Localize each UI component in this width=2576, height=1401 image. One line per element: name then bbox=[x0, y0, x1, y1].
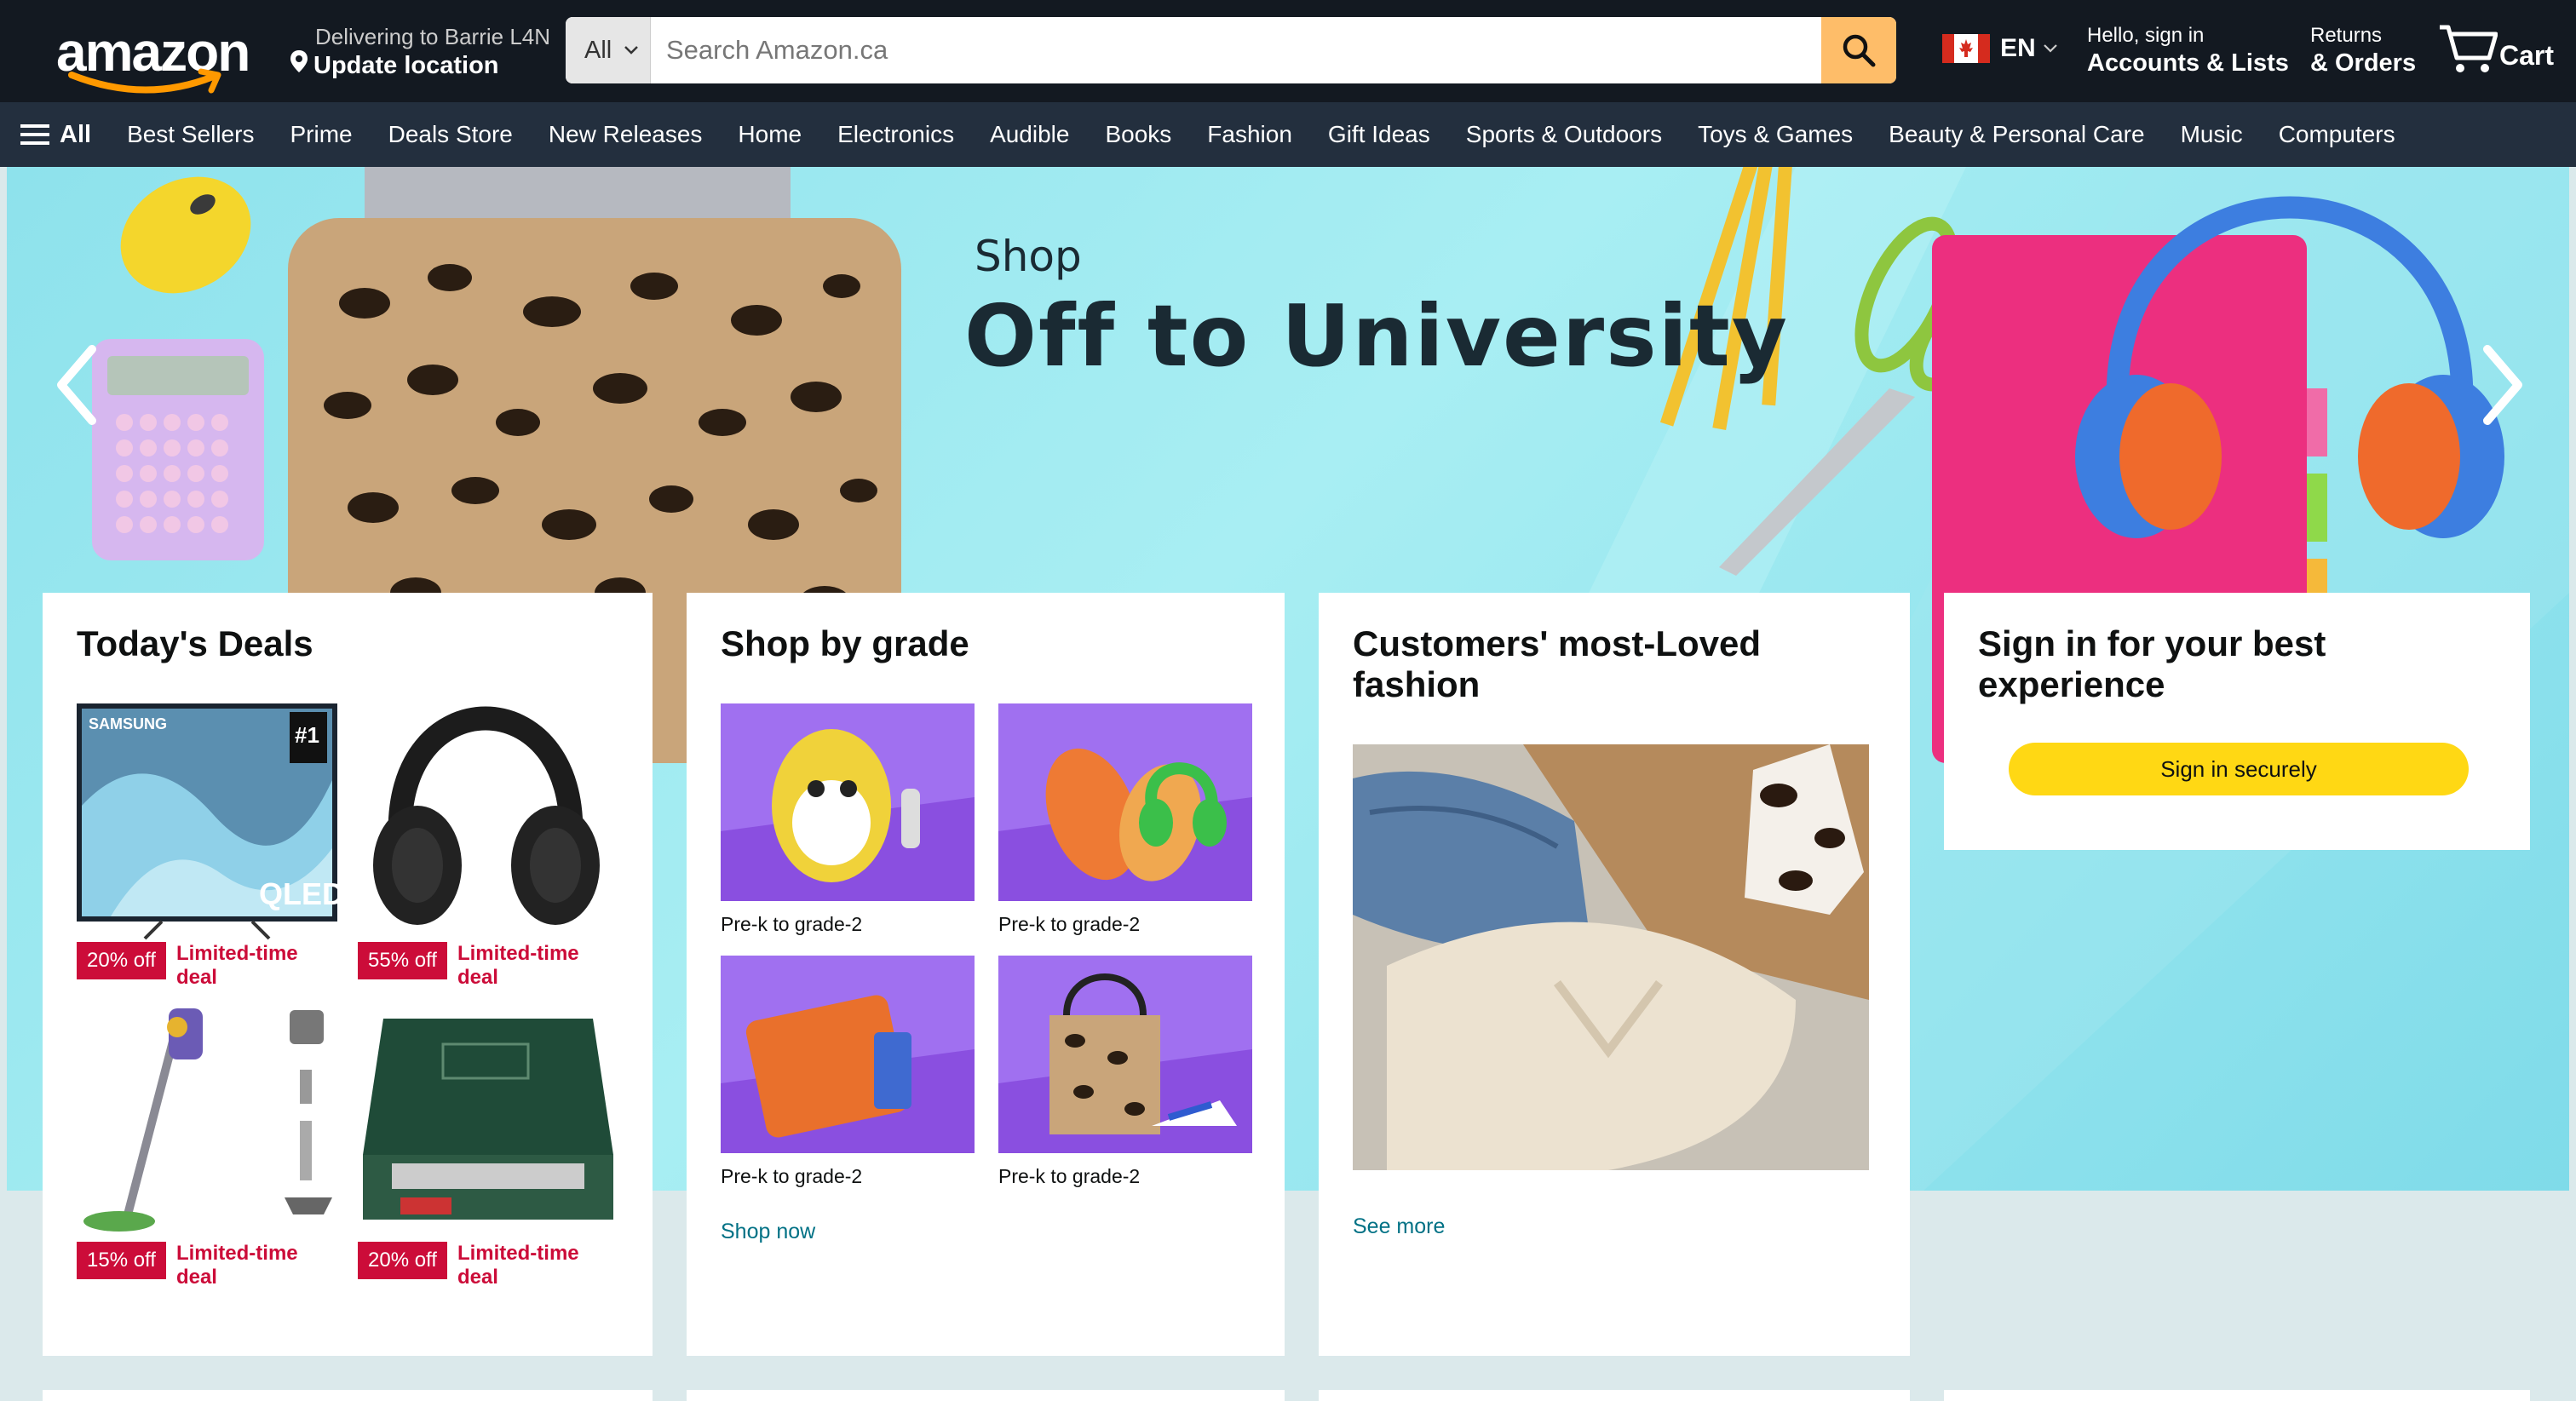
see-more-link[interactable]: See more bbox=[1353, 1214, 1445, 1239]
nav-item-sports-outdoors[interactable]: Sports & Outdoors bbox=[1466, 121, 1662, 148]
deal-image-camping-stove[interactable] bbox=[358, 1002, 618, 1238]
nav-item-home[interactable]: Home bbox=[738, 121, 802, 148]
top-navigation-bar: amazon Delivering to Barrie L4N Update l… bbox=[0, 0, 2576, 102]
grade-image-clogs[interactable] bbox=[998, 703, 1252, 901]
all-menu-label: All bbox=[60, 120, 92, 148]
sign-in-securely-button[interactable]: Sign in securely bbox=[2009, 743, 2469, 795]
chevron-down-icon bbox=[2043, 44, 2057, 53]
next-row-card bbox=[1319, 1390, 1910, 1401]
discount-badge: 20% off bbox=[77, 942, 166, 979]
chevron-down-icon bbox=[624, 46, 639, 55]
cart-label: Cart bbox=[2499, 40, 2555, 71]
discount-badge: 15% off bbox=[77, 1242, 166, 1279]
limited-time-deal-label: Limited-time deal bbox=[457, 942, 579, 989]
nav-item-best-sellers[interactable]: Best Sellers bbox=[127, 121, 254, 148]
returns-orders[interactable]: Returns & Orders bbox=[2310, 24, 2416, 78]
nav-item-gift-ideas[interactable]: Gift Ideas bbox=[1328, 121, 1430, 148]
grade-label: Pre-k to grade-2 bbox=[998, 1165, 1141, 1187]
carousel-next-arrow-icon[interactable] bbox=[2477, 342, 2528, 428]
location-pin-icon bbox=[290, 50, 308, 72]
next-row-card bbox=[43, 1390, 653, 1401]
carousel-prev-arrow-icon[interactable] bbox=[51, 342, 102, 428]
deal-badge-2: 55% off Limited-time deal bbox=[358, 942, 594, 990]
card-title: Sign in for your best experience bbox=[1978, 623, 2326, 704]
nav-item-computers[interactable]: Computers bbox=[2279, 121, 2395, 148]
search-category-label: All bbox=[584, 36, 612, 64]
tv-model-text: QLED bbox=[259, 876, 337, 911]
grade-label: Pre-k to grade-2 bbox=[721, 913, 863, 935]
grade-label: Pre-k to grade-2 bbox=[721, 1165, 863, 1187]
nav-item-prime[interactable]: Prime bbox=[290, 121, 352, 148]
all-menu-button[interactable]: All bbox=[20, 121, 91, 149]
grade-label: Pre-k to grade-2 bbox=[998, 913, 1141, 935]
nav-item-electronics[interactable]: Electronics bbox=[837, 121, 954, 148]
accounts-lists-label: Accounts & Lists bbox=[2087, 49, 2289, 77]
tv-brand-text: SAMSUNG bbox=[89, 715, 167, 732]
nav-item-new-releases[interactable]: New Releases bbox=[549, 121, 703, 148]
discount-badge: 20% off bbox=[358, 1242, 447, 1279]
nav-item-fashion[interactable]: Fashion bbox=[1207, 121, 1292, 148]
cart-icon bbox=[2440, 25, 2498, 72]
search-input[interactable] bbox=[651, 17, 1809, 83]
grade-image-tote-bag[interactable] bbox=[998, 956, 1252, 1153]
card-title: Today's Deals bbox=[77, 623, 313, 663]
location-line1: Delivering to Barrie L4N bbox=[315, 24, 551, 49]
next-row-card bbox=[1944, 1390, 2530, 1401]
cart-button[interactable]: Cart bbox=[2438, 22, 2554, 75]
logo-smile-icon bbox=[68, 68, 221, 94]
deal-image-tv[interactable]: SAMSUNG QLED #1 bbox=[77, 703, 344, 940]
account-greeting: Hello, sign in bbox=[2087, 24, 2205, 47]
shop-now-link[interactable]: Shop now bbox=[721, 1220, 815, 1244]
deal-badge-3: 15% off Limited-time deal bbox=[77, 1242, 313, 1289]
hero-title: Off to University bbox=[964, 286, 1789, 386]
card-title: Shop by grade bbox=[721, 623, 969, 663]
limited-time-deal-label: Limited-time deal bbox=[175, 942, 298, 989]
grade-image-laptop-sleeve[interactable] bbox=[721, 956, 975, 1153]
nav-item-music[interactable]: Music bbox=[2181, 121, 2243, 148]
search-button[interactable] bbox=[1821, 17, 1896, 83]
nav-item-beauty-personal-care[interactable]: Beauty & Personal Care bbox=[1889, 121, 2144, 148]
language-selector[interactable]: EN bbox=[1942, 34, 2058, 63]
nav-item-deals-store[interactable]: Deals Store bbox=[388, 121, 513, 148]
deal-badge-1: 20% off Limited-time deal bbox=[77, 942, 313, 990]
shop-by-grade-card: Shop by grade Pre-k to grade-2 Pre-k to … bbox=[687, 593, 1285, 1356]
search-icon bbox=[1843, 34, 1876, 67]
language-label: EN bbox=[2000, 34, 2036, 62]
sub-navigation-bar: All Best Sellers Prime Deals Store New R… bbox=[0, 102, 2576, 167]
fashion-image[interactable] bbox=[1353, 744, 1869, 1170]
hamburger-menu-icon bbox=[20, 124, 49, 145]
hero-kicker: Shop bbox=[975, 232, 1082, 281]
sign-in-card: Sign in for your best experience Sign in… bbox=[1944, 593, 2530, 850]
limited-time-deal-label: Limited-time deal bbox=[175, 1242, 298, 1289]
canada-flag-icon bbox=[1942, 34, 1990, 63]
tv-rank-text: #1 bbox=[295, 722, 319, 748]
limited-time-deal-label: Limited-time deal bbox=[457, 1242, 579, 1289]
grade-image-backpack[interactable] bbox=[721, 703, 975, 901]
todays-deals-card: Today's Deals SAMSUNG QLED #1 20% off Li… bbox=[43, 593, 653, 1356]
most-loved-fashion-card: Customers' most-Loved fashion See more bbox=[1319, 593, 1910, 1356]
search-category-dropdown[interactable]: All bbox=[566, 17, 651, 83]
search-bar: All bbox=[566, 17, 1896, 83]
card-title: Customers' most-Loved fashion bbox=[1353, 623, 1762, 704]
nav-item-books[interactable]: Books bbox=[1105, 121, 1171, 148]
location-line2: Update location bbox=[290, 49, 499, 80]
account-menu[interactable]: Hello, sign in Accounts & Lists bbox=[2087, 24, 2289, 78]
deal-image-headphones[interactable] bbox=[358, 703, 618, 940]
next-row-card bbox=[687, 1390, 1285, 1401]
orders-label: & Orders bbox=[2310, 49, 2417, 77]
update-location-label: Update location bbox=[313, 52, 499, 79]
nav-item-toys-games[interactable]: Toys & Games bbox=[1698, 121, 1853, 148]
amazon-logo[interactable]: amazon bbox=[56, 19, 252, 94]
nav-item-audible[interactable]: Audible bbox=[990, 121, 1069, 148]
deal-image-vacuum[interactable] bbox=[77, 1002, 337, 1238]
returns-label: Returns bbox=[2310, 24, 2383, 47]
deal-badge-4: 20% off Limited-time deal bbox=[358, 1242, 594, 1289]
discount-badge: 55% off bbox=[358, 942, 447, 979]
